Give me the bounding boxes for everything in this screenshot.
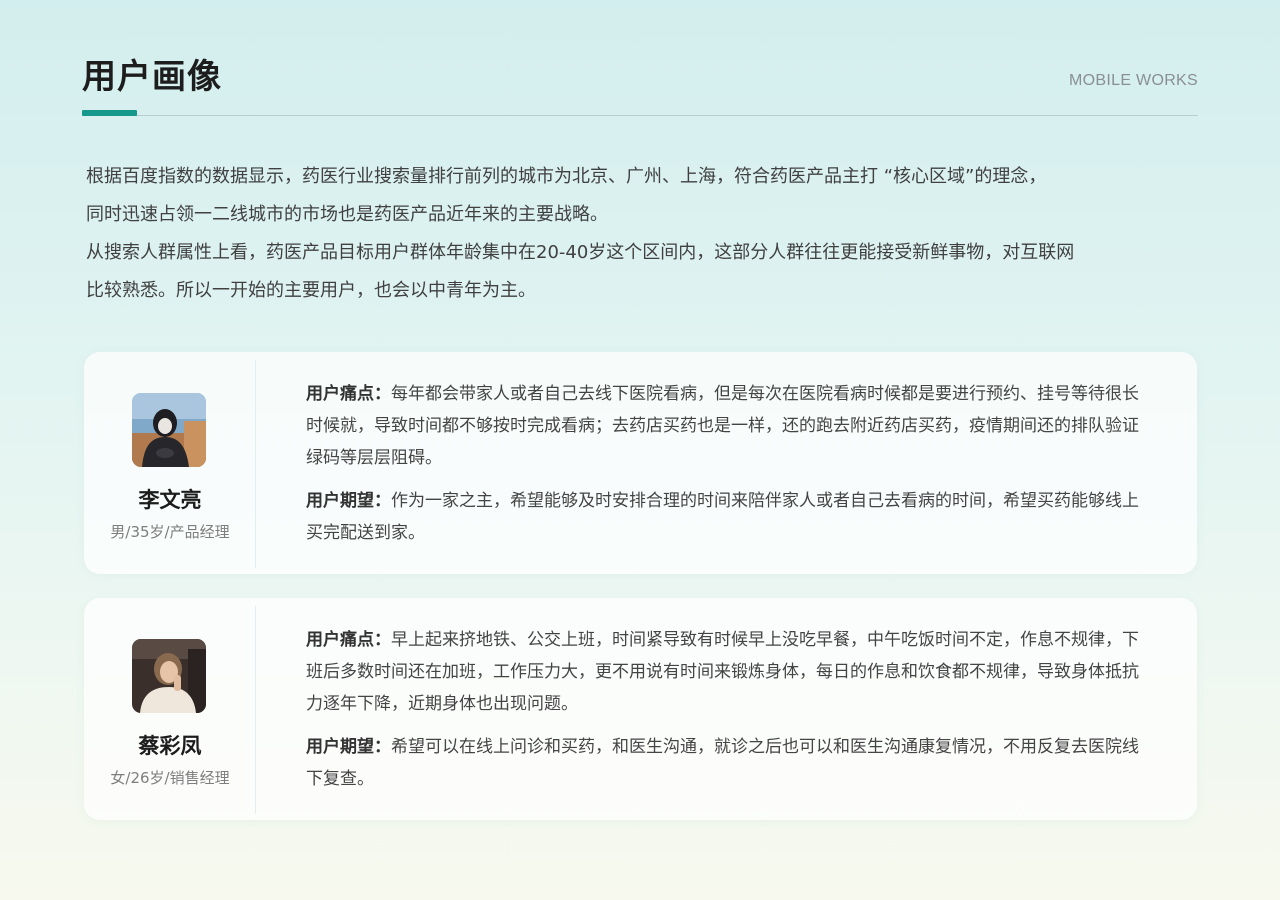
avatar (132, 393, 206, 467)
intro-line: 根据百度指数的数据显示，药医行业搜索量排行前列的城市为北京、广州、上海，符合药医… (86, 166, 1047, 187)
page-subtitle: MOBILE WORKS (1069, 72, 1198, 89)
avatar-photo-icon (132, 639, 206, 713)
hope-label: 用户期望： (306, 737, 391, 757)
persona-card: 李文亮 男/35岁/产品经理 用户痛点：每年都会带家人或者自己去线下医院看病，但… (84, 352, 1197, 574)
pain-points: 用户痛点：早上起来挤地铁、公交上班，时间紧导致有时候早上没吃早餐，中午吃饭时间不… (306, 624, 1146, 720)
pain-text: 每年都会带家人或者自己去线下医院看病，但是每次在医院看病时候都是要进行预约、挂号… (306, 384, 1139, 468)
title-accent-bar (82, 110, 137, 116)
pain-text: 早上起来挤地铁、公交上班，时间紧导致有时候早上没吃早餐，中午吃饭时间不定，作息不… (306, 630, 1139, 714)
avatar (132, 639, 206, 713)
avatar-photo-icon (132, 393, 206, 467)
expectations: 用户期望：希望可以在线上问诊和买药，和医生沟通，就诊之后也可以和医生沟通康复情况… (306, 731, 1146, 795)
persona-content: 用户痛点：早上起来挤地铁、公交上班，时间紧导致有时候早上没吃早餐，中午吃饭时间不… (306, 624, 1146, 806)
intro-line: 比较熟悉。所以一开始的主要用户，也会以中青年为主。 (86, 280, 536, 301)
persona-meta: 男/35岁/产品经理 (110, 523, 230, 541)
page-header: 用户画像 MOBILE WORKS (82, 54, 1198, 116)
expectations: 用户期望：作为一家之主，希望能够及时安排合理的时间来陪伴家人或者自己去看病的时间… (306, 485, 1146, 549)
persona-profile: 李文亮 男/35岁/产品经理 (84, 360, 256, 568)
hope-text: 希望可以在线上问诊和买药，和医生沟通，就诊之后也可以和医生沟通康复情况，不用反复… (306, 737, 1139, 789)
persona-profile: 蔡彩凤 女/26岁/销售经理 (84, 606, 256, 814)
intro-paragraph: 根据百度指数的数据显示，药医行业搜索量排行前列的城市为北京、广州、上海，符合药医… (86, 158, 1196, 310)
intro-line: 同时迅速占领一二线城市的市场也是药医产品近年来的主要战略。 (86, 204, 608, 225)
pain-points: 用户痛点：每年都会带家人或者自己去线下医院看病，但是每次在医院看病时候都是要进行… (306, 378, 1146, 474)
intro-line: 从搜索人群属性上看，药医产品目标用户群体年龄集中在20-40岁这个区间内，这部分… (86, 242, 1075, 263)
pain-label: 用户痛点： (306, 384, 391, 404)
persona-meta: 女/26岁/销售经理 (110, 769, 230, 787)
page-title: 用户画像 (82, 57, 222, 97)
persona-card: 蔡彩凤 女/26岁/销售经理 用户痛点：早上起来挤地铁、公交上班，时间紧导致有时… (84, 598, 1197, 820)
pain-label: 用户痛点： (306, 630, 391, 650)
hope-text: 作为一家之主，希望能够及时安排合理的时间来陪伴家人或者自己去看病的时间，希望买药… (306, 491, 1139, 543)
hope-label: 用户期望： (306, 491, 391, 511)
persona-content: 用户痛点：每年都会带家人或者自己去线下医院看病，但是每次在医院看病时候都是要进行… (306, 378, 1146, 560)
persona-name: 李文亮 (138, 488, 202, 512)
persona-name: 蔡彩凤 (138, 734, 202, 758)
